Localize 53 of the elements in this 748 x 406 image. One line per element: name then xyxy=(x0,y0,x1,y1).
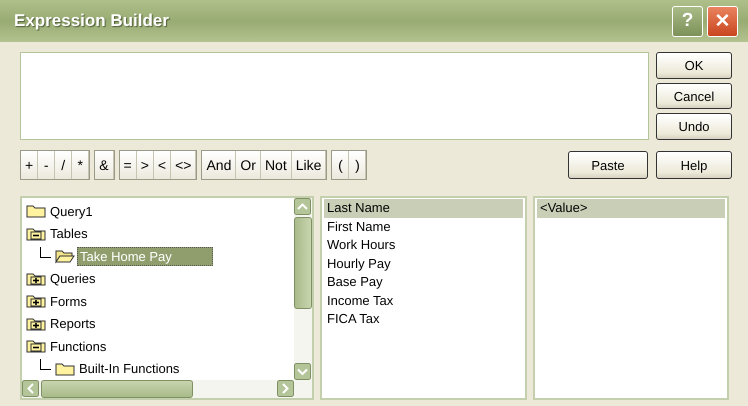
operator-button[interactable]: And xyxy=(202,151,236,179)
expand-folder-icon[interactable] xyxy=(26,316,46,332)
collapse-folder-icon[interactable] xyxy=(26,226,46,242)
list-item[interactable]: Base Pay xyxy=(324,273,523,292)
operator-button[interactable]: & xyxy=(95,151,114,179)
scroll-down-icon[interactable] xyxy=(294,363,311,380)
operator-button[interactable]: + xyxy=(21,151,38,179)
dialog-button[interactable]: Undo xyxy=(656,113,732,140)
dialog-button[interactable]: Cancel xyxy=(656,82,732,110)
scroll-thumb[interactable] xyxy=(41,380,193,398)
tree-item[interactable]: Tables xyxy=(48,225,90,242)
tree-item[interactable]: Functions xyxy=(48,338,108,355)
operator-button[interactable]: Or xyxy=(236,151,261,179)
vertical-scrollbar[interactable] xyxy=(294,198,312,380)
help-dialog-button[interactable]: Help xyxy=(656,151,732,179)
list-item[interactable]: Last Name xyxy=(324,199,523,218)
operator-button[interactable]: * xyxy=(72,151,90,179)
open-folder-icon xyxy=(55,248,75,264)
list-item[interactable]: FICA Tax xyxy=(324,310,523,328)
operator-button[interactable]: - xyxy=(38,151,56,179)
list-item[interactable]: First Name xyxy=(324,218,523,236)
list-item[interactable]: <Value> xyxy=(537,199,725,218)
scroll-thumb[interactable] xyxy=(294,217,312,309)
tree-item[interactable]: Forms xyxy=(48,292,89,310)
operator-button[interactable]: = xyxy=(120,151,137,179)
expand-folder-icon[interactable] xyxy=(26,270,46,287)
tree-item[interactable]: Built-In Functions xyxy=(77,360,182,378)
tree-item[interactable]: Reports xyxy=(48,315,98,332)
horizontal-scrollbar[interactable] xyxy=(22,380,312,398)
scroll-up-icon[interactable] xyxy=(294,198,311,215)
tree-item[interactable]: Queries xyxy=(48,270,98,288)
list-item[interactable]: Work Hours xyxy=(324,236,523,254)
operator-button[interactable]: < xyxy=(154,151,172,179)
operator-button[interactable]: Not xyxy=(260,151,292,179)
collapse-folder-icon[interactable] xyxy=(26,338,46,354)
scroll-right-icon[interactable] xyxy=(277,380,294,397)
dialog-button[interactable]: OK xyxy=(656,52,732,79)
tree-item[interactable]: Query1 xyxy=(48,202,95,220)
operator-button[interactable]: ) xyxy=(349,151,366,179)
paste-button[interactable]: Paste xyxy=(568,151,648,179)
operator-button[interactable]: / xyxy=(55,151,72,179)
scroll-left-icon[interactable] xyxy=(22,380,39,397)
list-item[interactable]: Hourly Pay xyxy=(324,254,523,273)
operator-button[interactable]: Like xyxy=(292,151,326,179)
window-title: Expression Builder xyxy=(14,11,169,31)
list-item[interactable]: Income Tax xyxy=(324,292,523,310)
operator-button[interactable]: ( xyxy=(332,151,350,179)
operator-button[interactable]: <> xyxy=(171,151,196,179)
expand-folder-icon[interactable] xyxy=(26,293,46,310)
folder-icon xyxy=(55,360,75,377)
expression-field[interactable] xyxy=(20,52,649,140)
folder-icon xyxy=(26,203,46,220)
operator-button[interactable]: > xyxy=(136,151,154,179)
